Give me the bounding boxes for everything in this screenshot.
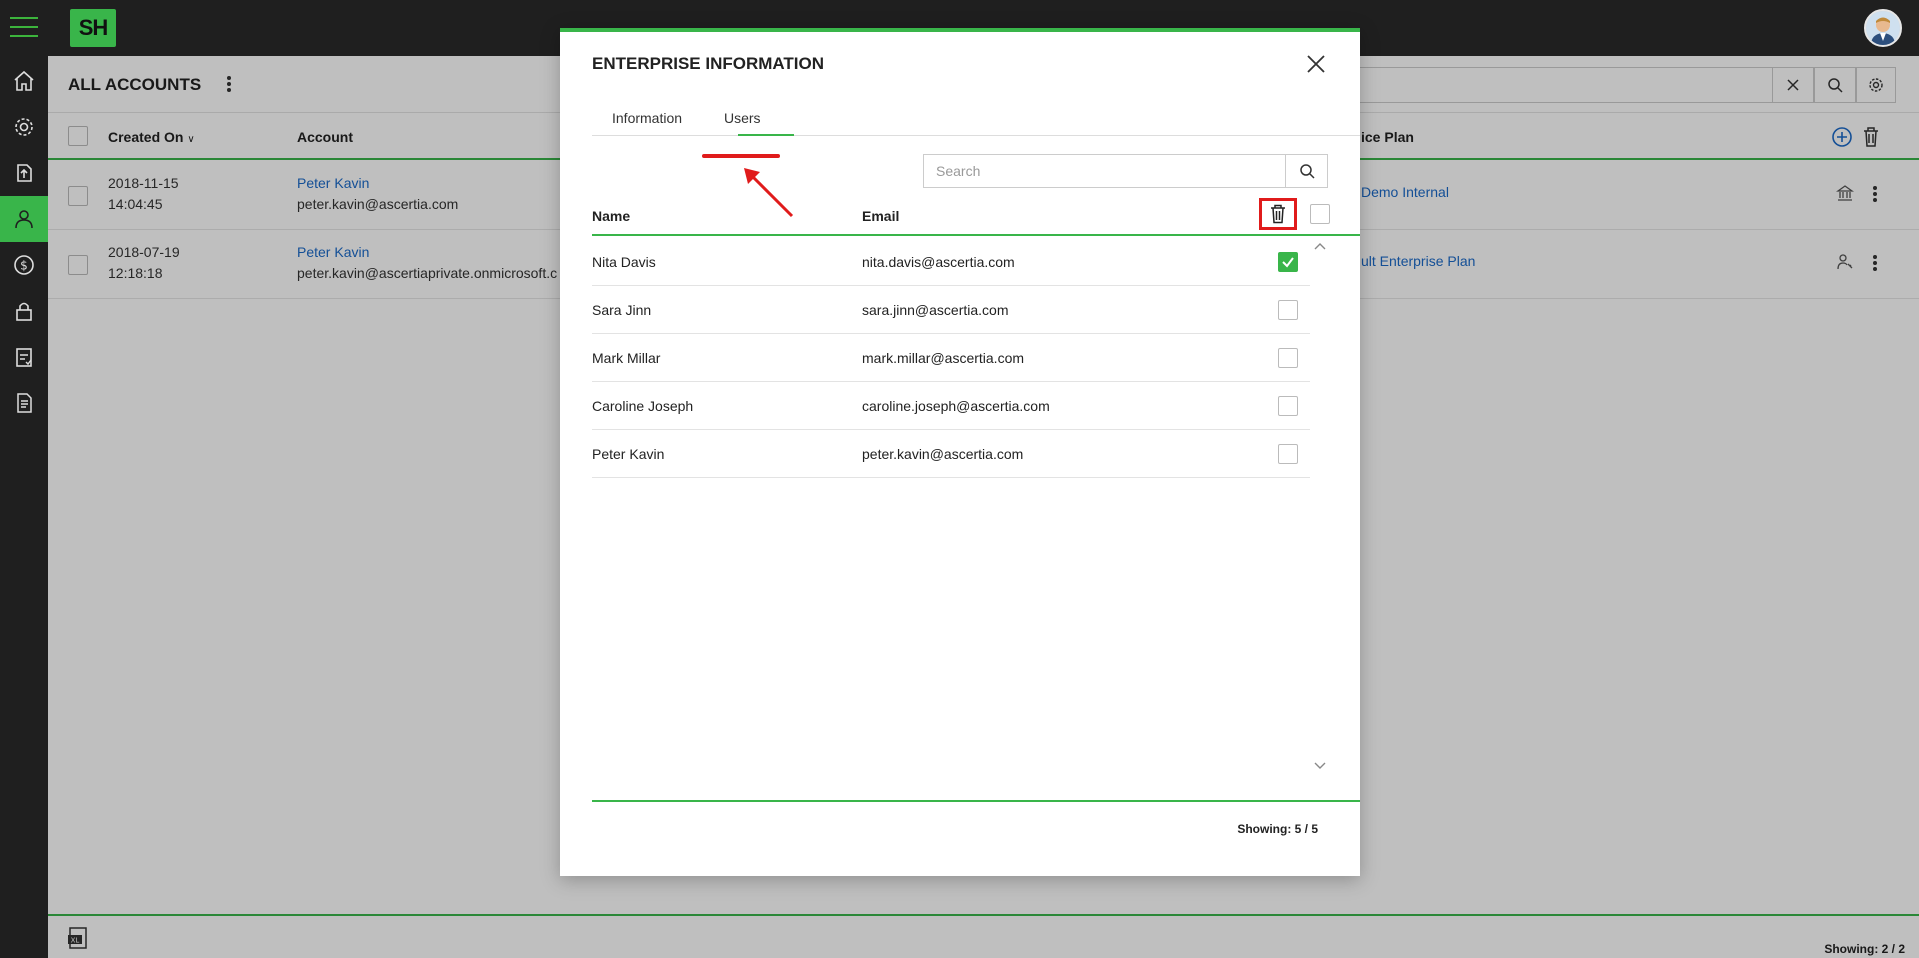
delete-users-button[interactable] [1259,198,1297,230]
gear-icon [15,118,33,136]
user-checkbox[interactable] [1278,252,1298,272]
user-email: caroline.joseph@ascertia.com [862,398,1050,414]
user-name: Mark Millar [592,350,661,366]
list-item[interactable]: Sara Jinn sara.jinn@ascertia.com [592,286,1310,334]
user-name: Caroline Joseph [592,398,694,414]
clipboard-icon [16,348,32,367]
email-column-header[interactable]: Email [862,208,899,224]
checkmark-icon [1282,257,1294,268]
home-icon [14,70,34,91]
menu-icon[interactable] [10,17,38,39]
name-column-header[interactable]: Name [592,208,630,224]
users-search-button[interactable] [1285,154,1328,188]
user-checkbox[interactable] [1278,396,1298,416]
sidebar-item-upload[interactable] [0,150,48,196]
list-item[interactable]: Mark Millar mark.millar@ascertia.com [592,334,1310,382]
document-icon [17,393,32,413]
trash-icon [1271,204,1285,224]
users-scrollbar[interactable] [1312,238,1328,778]
user-name: Nita Davis [592,254,656,270]
user-email: sara.jinn@ascertia.com [862,302,1009,318]
close-dialog-button[interactable] [1304,52,1328,76]
user-email: peter.kavin@ascertia.com [862,446,1024,462]
chevron-up-icon[interactable] [1312,238,1328,254]
sidebar-item-security[interactable] [0,288,48,334]
user-name: Peter Kavin [592,446,665,462]
tab-users[interactable]: Users [724,110,761,126]
app-logo: SH [70,9,116,47]
avatar-icon [1866,11,1900,45]
list-item[interactable]: Nita Davis nita.davis@ascertia.com [592,238,1310,286]
sidebar-item-reports[interactable] [0,334,48,380]
dollar-icon: $ [14,255,34,275]
sidebar-item-home[interactable] [0,58,48,104]
active-tab-indicator [738,134,794,136]
sidebar-item-users[interactable] [0,196,48,242]
upload-icon [17,164,32,182]
user-icon [15,210,33,229]
sidebar-item-billing[interactable]: $ [0,242,48,288]
users-table-bottom-divider [592,800,1360,802]
search-icon [1299,164,1315,179]
chevron-down-icon[interactable] [1312,758,1328,774]
users-showing-count: Showing: 5 / 5 [1237,822,1318,836]
user-checkbox[interactable] [1278,300,1298,320]
users-table-header: Name Email [592,198,1360,236]
enterprise-information-dialog: ENTERPRISE INFORMATION Information Users… [560,28,1360,876]
sidebar-item-settings[interactable] [0,104,48,150]
user-checkbox[interactable] [1278,348,1298,368]
list-item[interactable]: Caroline Joseph caroline.joseph@ascertia… [592,382,1310,430]
lock-icon [16,302,32,321]
user-name: Sara Jinn [592,302,652,318]
svg-text:$: $ [20,259,28,273]
close-icon [1307,55,1325,73]
list-item[interactable]: Peter Kavin peter.kavin@ascertia.com [592,430,1310,478]
users-search-input[interactable] [923,154,1286,188]
annotation-underline [702,154,780,158]
avatar[interactable] [1864,9,1902,47]
dialog-title: ENTERPRISE INFORMATION [592,54,825,73]
user-email: nita.davis@ascertia.com [862,254,1015,270]
sidebar: $ [0,56,48,958]
tab-information[interactable]: Information [612,110,682,126]
sidebar-item-documents[interactable] [0,380,48,426]
select-all-users-checkbox[interactable] [1310,204,1330,224]
modal-backdrop-footer [48,914,1919,958]
user-email: mark.millar@ascertia.com [862,350,1025,366]
user-checkbox[interactable] [1278,444,1298,464]
dialog-tabs: Information Users [592,104,1360,136]
